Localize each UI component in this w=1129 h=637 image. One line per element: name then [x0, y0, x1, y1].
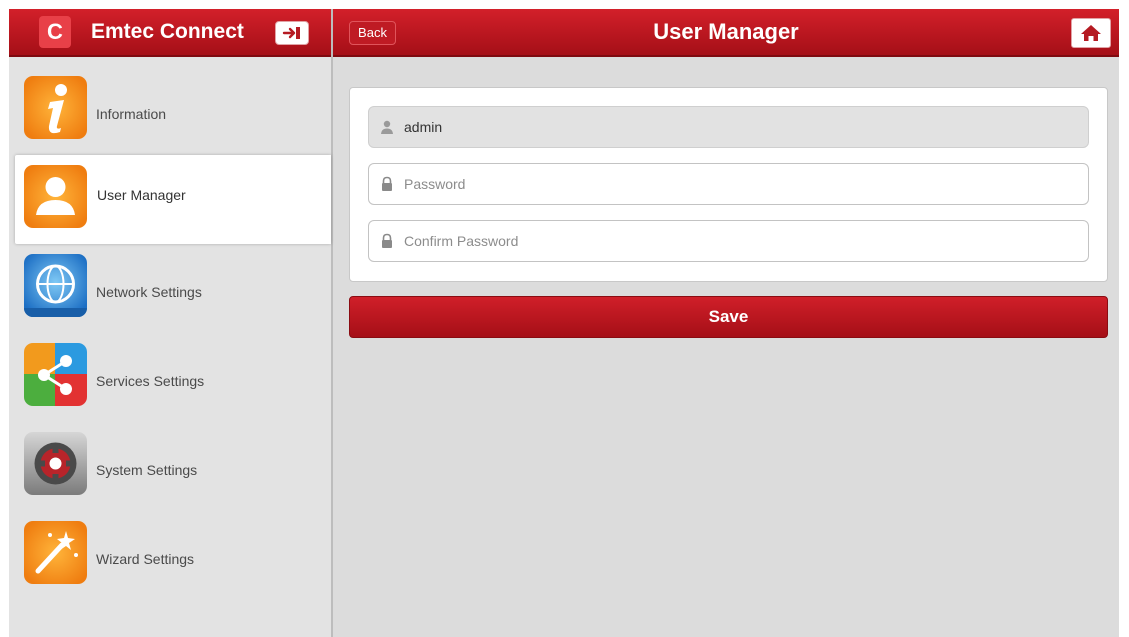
sidebar-item-label: Information — [96, 106, 167, 122]
sidebar-item-label: System Settings — [96, 462, 198, 478]
username-field: admin — [368, 106, 1089, 148]
sidebar-item-label: Services Settings — [96, 373, 205, 389]
confirm-password-input[interactable] — [404, 221, 1074, 261]
sidebar-item-services-settings[interactable]: Services Settings — [9, 333, 331, 422]
sidebar-nav: Information User Manager Network Setting… — [9, 66, 331, 600]
save-button[interactable]: Save — [349, 296, 1108, 338]
confirm-password-field[interactable] — [368, 220, 1089, 262]
sidebar-item-label: User Manager — [97, 187, 186, 203]
app-window: C Emtec Connect Information User Manager… — [9, 9, 1119, 637]
user-icon — [24, 165, 87, 228]
emtec-logo-icon: C — [39, 16, 71, 48]
sidebar-item-system-settings[interactable]: System Settings — [9, 422, 331, 511]
sidebar-item-user-manager[interactable]: User Manager — [15, 155, 331, 244]
globe-icon — [24, 254, 87, 317]
sidebar-header: C Emtec Connect — [9, 9, 331, 57]
exit-button[interactable] — [275, 21, 309, 45]
user-form: admin — [349, 87, 1108, 282]
sidebar-item-label: Network Settings — [96, 284, 202, 300]
back-button[interactable]: Back — [349, 21, 396, 45]
sidebar: C Emtec Connect Information User Manager… — [9, 9, 333, 637]
sidebar-item-information[interactable]: Information — [9, 66, 331, 155]
password-input[interactable] — [404, 164, 1074, 204]
lock-icon — [379, 176, 395, 192]
home-icon — [1081, 25, 1101, 41]
info-icon — [24, 76, 87, 139]
sidebar-item-label: Wizard Settings — [96, 551, 195, 567]
gear-icon — [24, 432, 87, 495]
page-title: User Manager — [653, 19, 799, 44]
user-icon — [379, 119, 395, 135]
sidebar-item-network-settings[interactable]: Network Settings — [9, 244, 331, 333]
sidebar-item-wizard-settings[interactable]: Wizard Settings — [9, 511, 331, 600]
magic-wand-icon — [24, 521, 87, 584]
password-field[interactable] — [368, 163, 1089, 205]
username-value: admin — [404, 119, 443, 135]
lock-icon — [379, 233, 395, 249]
home-button[interactable] — [1071, 18, 1111, 48]
main-header: User Manager Back — [333, 9, 1119, 57]
exit-icon — [282, 27, 300, 39]
main-panel: User Manager Back admin Save — [333, 9, 1119, 637]
app-title: Emtec Connect — [91, 20, 244, 43]
share-icon — [24, 343, 87, 406]
